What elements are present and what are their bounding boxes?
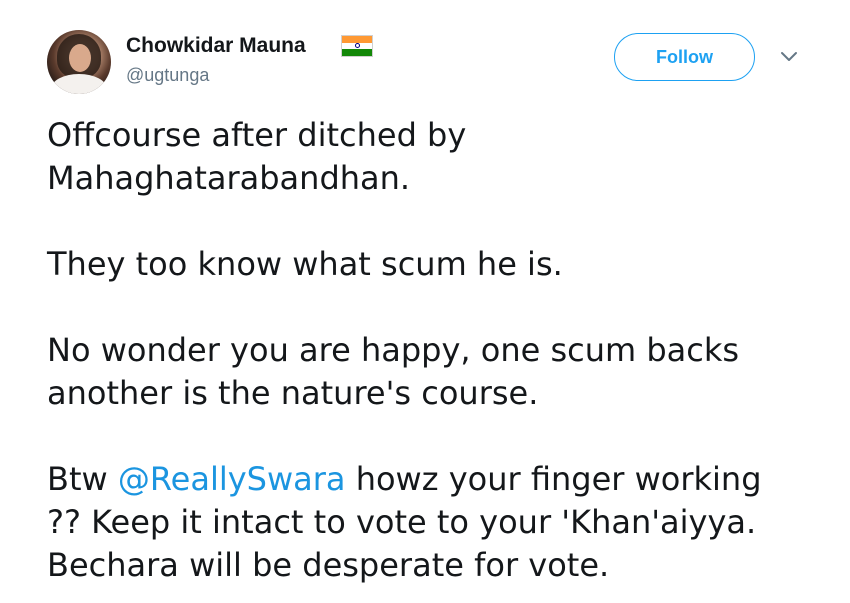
mention-link[interactable]: @ReallySwara bbox=[118, 460, 346, 498]
tweet-line: another is the nature's course. bbox=[47, 374, 539, 412]
india-flag-icon bbox=[341, 35, 373, 57]
chevron-down-icon[interactable] bbox=[779, 50, 799, 64]
tweet-text-fragment: howz your finger working bbox=[345, 460, 762, 498]
author-display-name[interactable]: Chowkidar Mauna bbox=[126, 34, 306, 58]
tweet-line: Bechara will be desperate for vote. bbox=[47, 546, 610, 584]
tweet-text-fragment: Btw bbox=[47, 460, 118, 498]
tweet-line: They too know what scum he is. bbox=[47, 245, 563, 283]
tweet-line: Mahaghatarabandhan. bbox=[47, 159, 411, 197]
tweet-line: Offcourse after ditched by bbox=[47, 116, 467, 154]
tweet-text: Offcourse after ditched by Mahaghataraba… bbox=[47, 114, 837, 587]
tweet-line: No wonder you are happy, one scum backs bbox=[47, 331, 740, 369]
author-handle[interactable]: @ugtunga bbox=[126, 64, 209, 86]
tweet-card: Chowkidar Mauna @ugtunga Follow Offcours… bbox=[0, 0, 850, 603]
follow-button[interactable]: Follow bbox=[614, 33, 755, 81]
avatar-face bbox=[69, 44, 91, 72]
tweet-line: ?? Keep it intact to vote to your 'Khan'… bbox=[47, 503, 757, 541]
tweet-line: Btw @ReallySwara howz your finger workin… bbox=[47, 458, 837, 501]
avatar[interactable] bbox=[47, 30, 111, 94]
avatar-shirt bbox=[51, 74, 107, 94]
